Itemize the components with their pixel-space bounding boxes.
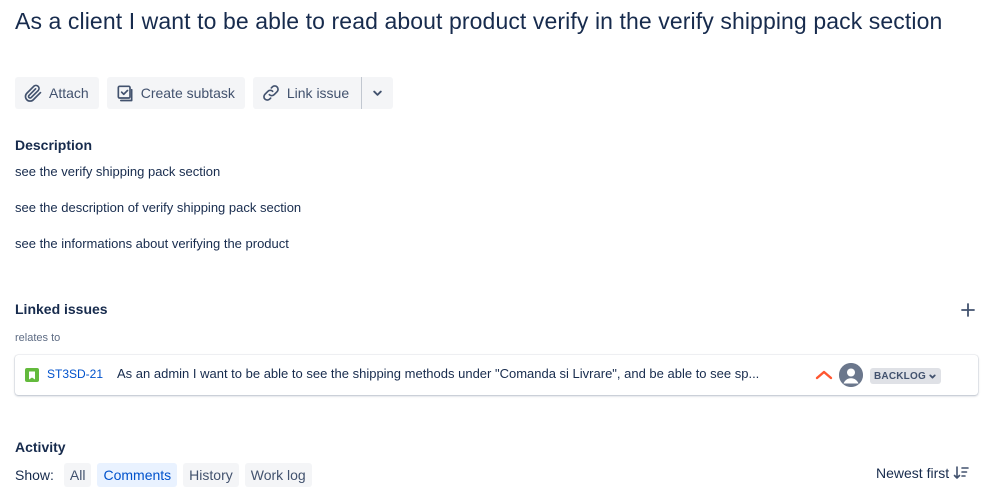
linked-issues-heading: Linked issues — [15, 301, 108, 317]
issue-toolbar: Attach Create subtask Link issue — [15, 77, 394, 109]
create-subtask-button[interactable]: Create subtask — [106, 77, 245, 109]
subtask-icon — [117, 85, 133, 102]
add-linked-issue-button[interactable] — [958, 300, 978, 320]
link-issue-split-button: Link issue — [252, 77, 394, 109]
description-heading: Description — [15, 137, 93, 153]
linked-issue-summary[interactable]: As an admin I want to be able to see the… — [117, 366, 807, 381]
show-label: Show: — [15, 467, 54, 483]
chevron-down-icon — [373, 90, 382, 96]
plus-icon — [961, 303, 975, 317]
sort-order-label: Newest first — [876, 465, 950, 481]
linked-issue-row[interactable]: ST3SD-21 As an admin I want to be able t… — [15, 355, 978, 395]
link-issue-button[interactable]: Link issue — [252, 77, 362, 109]
status-label: BACKLOG — [874, 370, 926, 382]
create-subtask-label: Create subtask — [140, 85, 235, 101]
linked-issue-key[interactable]: ST3SD-21 — [47, 367, 103, 381]
status-dropdown[interactable]: BACKLOG — [870, 368, 941, 384]
filter-history-button[interactable]: History — [183, 463, 239, 487]
link-issue-label: Link issue — [286, 85, 350, 101]
issue-title[interactable]: As a client I want to be able to read ab… — [15, 6, 975, 36]
paperclip-icon — [24, 84, 42, 102]
description-line: see the verify shipping pack section — [15, 164, 221, 179]
relation-label: relates to — [15, 332, 61, 344]
attach-button[interactable]: Attach — [15, 77, 99, 109]
chevron-down-icon — [929, 374, 936, 379]
link-icon — [263, 85, 279, 101]
activity-filter-bar: Show: All Comments History Work log — [15, 463, 312, 487]
story-icon — [25, 368, 39, 382]
more-actions-button[interactable] — [361, 77, 394, 109]
filter-work-log-button[interactable]: Work log — [244, 463, 312, 487]
priority-high-icon — [815, 370, 833, 380]
filter-all-button[interactable]: All — [63, 463, 92, 487]
activity-heading: Activity — [15, 439, 66, 455]
description-line: see the informations about verifying the… — [15, 236, 289, 251]
unassigned-avatar-icon[interactable] — [839, 363, 863, 387]
filter-comments-button[interactable]: Comments — [97, 463, 178, 487]
sort-descending-icon — [953, 466, 969, 479]
description-line: see the description of verify shipping p… — [15, 200, 302, 215]
attach-label: Attach — [49, 85, 89, 101]
sort-order-button[interactable]: Newest first — [876, 465, 969, 481]
